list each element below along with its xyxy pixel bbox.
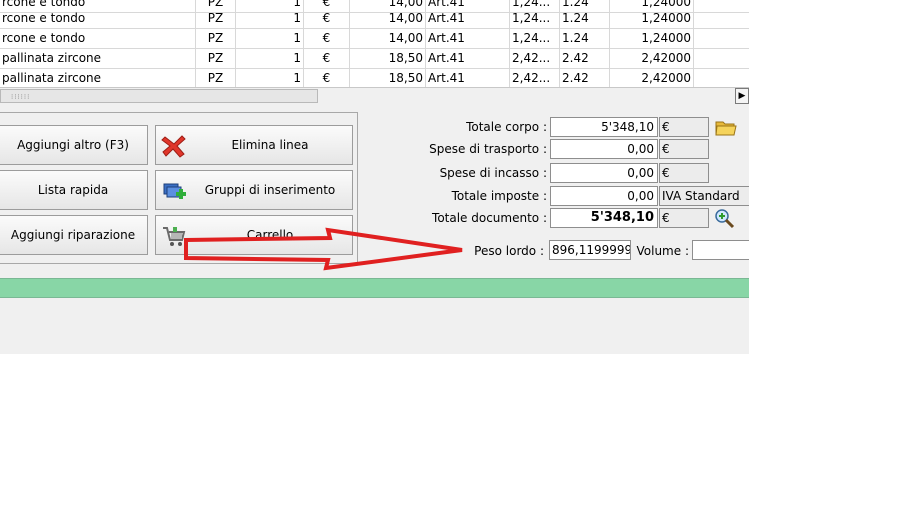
cell-price: 18,50 bbox=[350, 48, 426, 68]
cell-vat: Art.41 bbox=[426, 68, 510, 88]
cell-unit: PZ bbox=[196, 28, 236, 48]
cell-unit: PZ bbox=[196, 8, 236, 28]
transport-costs-field[interactable]: 0,00 bbox=[550, 139, 658, 159]
cell-empty bbox=[694, 68, 749, 88]
table-row[interactable]: rcone e tondo PZ 1 € 14,00 Art.41 1,24..… bbox=[0, 28, 749, 49]
table-row[interactable]: rcone e tondo PZ 1 € 14,00 Art.41 1,24..… bbox=[0, 8, 749, 29]
cell-value: 2,42... bbox=[510, 68, 560, 88]
cell-vat: Art.41 bbox=[426, 8, 510, 28]
vat-type-field[interactable]: IVA Standard bbox=[659, 186, 749, 206]
cell-currency: € bbox=[304, 8, 350, 28]
volume-label: Volume : bbox=[636, 244, 690, 258]
cell-description: rcone e tondo bbox=[0, 28, 196, 48]
grip-icon: ⁞⁞⁞⁞⁞⁞ bbox=[11, 93, 31, 101]
total-body-field[interactable]: 5'348,10 bbox=[550, 117, 658, 137]
cell-empty bbox=[694, 28, 749, 48]
total-document-currency: € bbox=[659, 208, 709, 228]
arrow-right-icon: ▶ bbox=[738, 91, 746, 101]
cell-description: pallinata zircone bbox=[0, 68, 196, 88]
add-repair-button[interactable]: Aggiungi riparazione bbox=[0, 215, 148, 255]
cell-price: 18,50 bbox=[350, 68, 426, 88]
folder-icon bbox=[715, 121, 737, 136]
gross-weight-field[interactable]: 896,1199999 bbox=[549, 240, 631, 260]
collection-costs-field[interactable]: 0,00 bbox=[550, 163, 658, 183]
cell-unit: PZ bbox=[196, 68, 236, 88]
cell-value-short: 1.24 bbox=[560, 8, 610, 28]
horizontal-scrollbar[interactable]: ⁞⁞⁞⁞⁞⁞ ▶ bbox=[0, 87, 749, 105]
cart-button[interactable]: Carrello bbox=[155, 215, 353, 255]
cell-value: 1,24... bbox=[510, 28, 560, 48]
insertion-groups-button[interactable]: Gruppi di inserimento bbox=[155, 170, 353, 210]
add-group-icon bbox=[160, 178, 188, 204]
delete-line-label: Elimina linea bbox=[231, 138, 309, 152]
transport-costs-currency: € bbox=[659, 139, 709, 159]
document-lines-grid: rcone e tondo PZ 1 € 14,00 Art.41 1,24..… bbox=[0, 0, 749, 89]
cell-value-short: 2.42 bbox=[560, 48, 610, 68]
collection-costs-currency: € bbox=[659, 163, 709, 183]
table-row[interactable]: pallinata zircone PZ 1 € 18,50 Art.41 2,… bbox=[0, 68, 749, 89]
status-bar bbox=[0, 278, 749, 298]
table-row[interactable]: pallinata zircone PZ 1 € 18,50 Art.41 2,… bbox=[0, 48, 749, 69]
total-document-label: Totale documento : bbox=[432, 211, 547, 225]
add-other-button[interactable]: Aggiungi altro (F3) bbox=[0, 125, 148, 165]
cell-price: 14,00 bbox=[350, 28, 426, 48]
cell-description: pallinata zircone bbox=[0, 48, 196, 68]
cell-empty bbox=[694, 8, 749, 28]
collection-costs-label: Spese di incasso : bbox=[439, 166, 547, 180]
scroll-right-button[interactable]: ▶ bbox=[735, 88, 749, 104]
cell-empty bbox=[694, 48, 749, 68]
cell-value-short: 2.42 bbox=[560, 68, 610, 88]
quick-list-label: Lista rapida bbox=[37, 183, 109, 197]
cart-label: Carrello bbox=[246, 228, 294, 242]
delete-line-button[interactable]: Elimina linea bbox=[155, 125, 353, 165]
cell-vat: Art.41 bbox=[426, 48, 510, 68]
actions-panel: Aggiungi altro (F3) Elimina linea Lista … bbox=[0, 112, 358, 264]
app-window: rcone e tondo PZ 1 € 14,00 Art.41 1,24..… bbox=[0, 0, 749, 354]
cell-description: rcone e tondo bbox=[0, 8, 196, 28]
cell-price: 14,00 bbox=[350, 8, 426, 28]
quick-list-button[interactable]: Lista rapida bbox=[0, 170, 148, 210]
cell-value: 1,24... bbox=[510, 8, 560, 28]
red-x-icon bbox=[160, 133, 188, 159]
cell-value: 2,42... bbox=[510, 48, 560, 68]
cell-quantity: 1 bbox=[236, 8, 304, 28]
insertion-groups-label: Gruppi di inserimento bbox=[204, 183, 336, 197]
zoom-plus-icon bbox=[715, 209, 735, 229]
cell-total: 2,42000 bbox=[610, 48, 694, 68]
total-document-field[interactable]: 5'348,10 bbox=[550, 208, 658, 228]
zoom-button[interactable] bbox=[713, 207, 737, 229]
cell-total: 1,24000 bbox=[610, 28, 694, 48]
cell-currency: € bbox=[304, 48, 350, 68]
scrollbar-thumb[interactable]: ⁞⁞⁞⁞⁞⁞ bbox=[0, 89, 318, 103]
total-taxes-label: Totale imposte : bbox=[451, 189, 547, 203]
add-repair-label: Aggiungi riparazione bbox=[10, 228, 136, 242]
cell-quantity: 1 bbox=[236, 28, 304, 48]
cart-icon bbox=[160, 223, 188, 249]
folder-button[interactable] bbox=[714, 116, 738, 138]
cell-value-short: 1.24 bbox=[560, 28, 610, 48]
cell-vat: Art.41 bbox=[426, 28, 510, 48]
cell-total: 2,42000 bbox=[610, 68, 694, 88]
transport-costs-label: Spese di trasporto : bbox=[429, 142, 547, 156]
cell-unit: PZ bbox=[196, 48, 236, 68]
cell-quantity: 1 bbox=[236, 68, 304, 88]
total-body-label: Totale corpo : bbox=[466, 120, 547, 134]
gross-weight-label: Peso lordo : bbox=[474, 244, 544, 258]
volume-field[interactable] bbox=[692, 240, 749, 260]
cell-total: 1,24000 bbox=[610, 8, 694, 28]
cell-currency: € bbox=[304, 28, 350, 48]
total-taxes-field[interactable]: 0,00 bbox=[550, 186, 658, 206]
total-body-currency: € bbox=[659, 117, 709, 137]
cell-currency: € bbox=[304, 68, 350, 88]
cell-quantity: 1 bbox=[236, 48, 304, 68]
add-other-label: Aggiungi altro (F3) bbox=[17, 138, 129, 152]
